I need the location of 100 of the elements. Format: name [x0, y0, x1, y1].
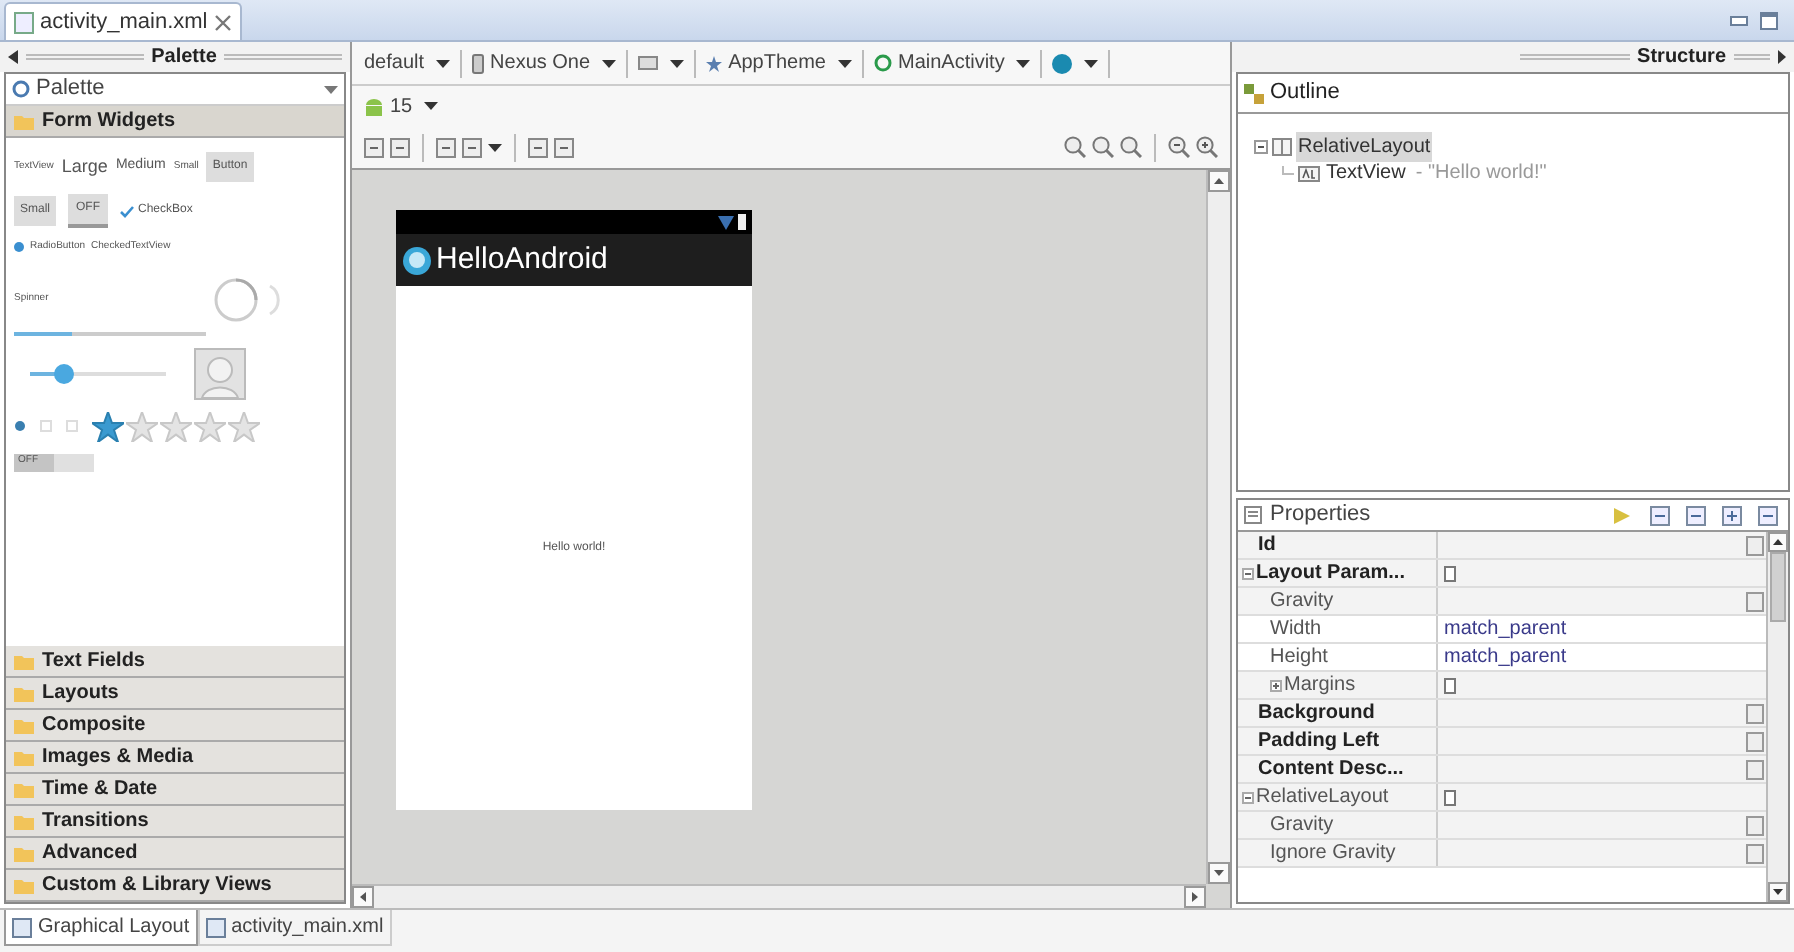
- scroll-up-icon[interactable]: [1208, 170, 1230, 192]
- property-value[interactable]: match_parent: [1444, 614, 1567, 644]
- ellipsis-button[interactable]: [1746, 759, 1764, 779]
- collapse-icon[interactable]: [1254, 140, 1268, 154]
- value-box-icon: [1444, 789, 1456, 805]
- spinner-icon[interactable]: [214, 277, 258, 321]
- collapse-all-icon[interactable]: [1758, 505, 1778, 525]
- orientation-dropdown[interactable]: [634, 56, 689, 70]
- scroll-down-icon[interactable]: [1208, 862, 1230, 884]
- property-name: Width: [1270, 616, 1322, 644]
- value-box-icon: [1444, 565, 1456, 581]
- editor-page-tab[interactable]: Graphical Layout: [4, 910, 198, 946]
- palette-category[interactable]: Form Widgets: [6, 106, 344, 138]
- caret-icon: [1084, 59, 1099, 67]
- palette-category[interactable]: Transitions: [6, 806, 344, 838]
- palette-category[interactable]: Composite: [6, 710, 344, 742]
- close-icon[interactable]: [213, 13, 232, 31]
- radio-icon[interactable]: [40, 420, 52, 432]
- radio-icon[interactable]: [14, 242, 24, 253]
- slider-thumb[interactable]: [54, 363, 74, 383]
- property-name: Layout Param...: [1256, 560, 1405, 588]
- star-icon: [126, 411, 158, 441]
- palette-category[interactable]: Layouts: [6, 678, 344, 710]
- star-icon: [706, 55, 723, 71]
- radio-icon[interactable]: [66, 420, 78, 432]
- vertical-scrollbar[interactable]: [1766, 532, 1788, 902]
- image-placeholder-icon: [194, 347, 246, 399]
- tree-item[interactable]: RelativeLayout: [1296, 132, 1433, 162]
- checkbox-icon[interactable]: [120, 205, 135, 217]
- palette-category[interactable]: Images & Media: [6, 742, 344, 774]
- tree-item-detail: - "Hello world!": [1415, 160, 1547, 188]
- theme-dropdown[interactable]: AppTheme: [702, 48, 856, 78]
- rating-bar[interactable]: [92, 411, 260, 441]
- minimize-icon[interactable]: [1730, 15, 1748, 27]
- file-icon: [205, 917, 226, 937]
- expand-all-icon[interactable]: [1722, 505, 1742, 525]
- phone-icon: [472, 53, 485, 73]
- caret-icon: [424, 102, 439, 110]
- panel-title: Properties: [1270, 500, 1373, 531]
- star-icon: [160, 411, 192, 441]
- selector-label: Palette: [36, 74, 107, 105]
- value-box-icon: [1444, 677, 1456, 693]
- caret-icon: [1016, 59, 1031, 67]
- property-value[interactable]: match_parent: [1444, 642, 1567, 672]
- expand-arrow-icon[interactable]: [1778, 50, 1786, 64]
- property-name: Height: [1270, 644, 1328, 672]
- zoom-out-icon[interactable]: [1168, 136, 1190, 158]
- widget-label[interactable]: Large: [61, 153, 108, 181]
- ellipsis-button[interactable]: [1746, 843, 1764, 863]
- palette-category[interactable]: Time & Date: [6, 774, 344, 806]
- collapse-arrow-icon[interactable]: [8, 50, 18, 64]
- progress-ring-icon: [266, 283, 286, 315]
- maximize-icon[interactable]: [1760, 12, 1778, 30]
- ellipsis-button[interactable]: [1746, 731, 1764, 751]
- outline-tab[interactable]: Outline: [1238, 74, 1788, 114]
- radio-icon[interactable]: [14, 420, 26, 432]
- collapse-icon[interactable]: [1242, 791, 1254, 803]
- expand-icon[interactable]: [1270, 679, 1282, 691]
- tree-line-icon: [1282, 166, 1294, 180]
- android-icon: [364, 97, 384, 115]
- zoom-fit-icon[interactable]: [1092, 136, 1114, 158]
- palette-category[interactable]: Custom & Library Views: [6, 870, 344, 902]
- caret-icon[interactable]: [488, 143, 502, 151]
- panel-title: Palette: [151, 44, 217, 72]
- ellipsis-button[interactable]: [1746, 591, 1764, 611]
- star-icon: [228, 411, 260, 441]
- config-dropdown[interactable]: default: [360, 48, 455, 78]
- ellipsis-button[interactable]: [1746, 815, 1764, 835]
- zoom-actual-icon[interactable]: [1120, 136, 1142, 158]
- horizontal-scrollbar[interactable]: [352, 884, 1206, 908]
- scroll-down-icon[interactable]: [1768, 882, 1788, 902]
- folder-icon: [14, 113, 34, 129]
- properties-icon: [1244, 506, 1262, 524]
- scroll-up-icon[interactable]: [1768, 532, 1788, 552]
- star-icon: [92, 411, 124, 441]
- tree-item[interactable]: TextView: [1324, 158, 1408, 188]
- vertical-scrollbar[interactable]: [1206, 170, 1230, 884]
- property-name: Margins: [1284, 672, 1356, 700]
- star-icon: [194, 411, 226, 441]
- collapse-icon[interactable]: [1242, 567, 1254, 579]
- scroll-thumb[interactable]: [1770, 552, 1786, 622]
- activity-dropdown[interactable]: MainActivity: [869, 48, 1035, 78]
- property-name: Id: [1258, 532, 1276, 560]
- editor-tab[interactable]: activity_main.xml: [4, 2, 242, 40]
- property-name: Content Desc...: [1258, 756, 1404, 784]
- api-level-dropdown[interactable]: 15: [360, 91, 443, 121]
- scroll-left-icon[interactable]: [352, 886, 374, 908]
- zoom-in-icon[interactable]: [1196, 136, 1218, 158]
- editor-page-tab[interactable]: activity_main.xml: [197, 910, 392, 946]
- palette-category[interactable]: Advanced: [6, 838, 344, 870]
- device-dropdown[interactable]: Nexus One: [468, 48, 621, 78]
- caret-icon: [837, 59, 852, 67]
- zoom-real-icon[interactable]: [1064, 136, 1086, 158]
- palette-category[interactable]: Text Fields: [6, 646, 344, 678]
- caret-icon: [436, 59, 451, 67]
- ellipsis-button[interactable]: [1746, 703, 1764, 723]
- scroll-right-icon[interactable]: [1184, 886, 1206, 908]
- activity-icon: [873, 54, 892, 72]
- locale-dropdown[interactable]: [1048, 53, 1103, 73]
- property-name: Background: [1258, 700, 1375, 728]
